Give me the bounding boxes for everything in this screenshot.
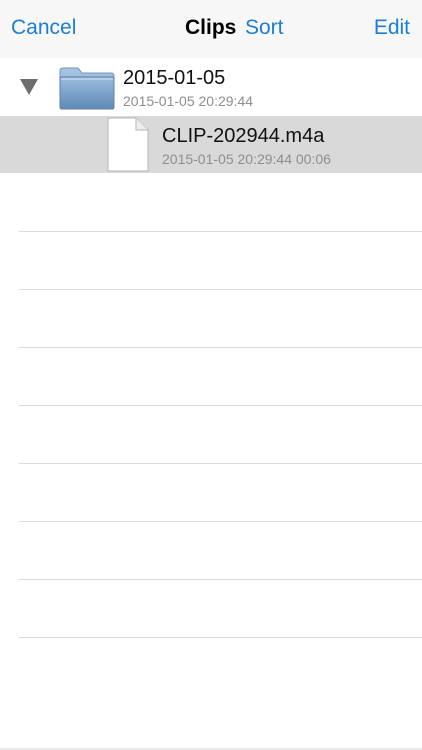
folder-date: 2015-01-05 20:29:44 [123,93,253,109]
document-icon [107,117,149,172]
disclosure-triangle-icon[interactable] [19,78,39,96]
page-title: Clips [185,16,237,39]
cancel-button[interactable]: Cancel [11,15,76,41]
row-separator [19,289,422,290]
navigation-bar: Cancel Clips Sort Edit [0,0,422,58]
folder-row[interactable]: 2015-01-05 2015-01-05 20:29:44 [0,58,422,116]
file-meta: 2015-01-05 20:29:44 00:06 [162,151,331,167]
file-row[interactable]: CLIP-202944.m4a 2015-01-05 20:29:44 00:0… [0,116,422,173]
row-separator [19,637,422,638]
row-separator [19,347,422,348]
clips-list[interactable]: 2015-01-05 2015-01-05 20:29:44 CLIP-2029… [0,58,422,750]
row-separator [19,579,422,580]
row-separator [19,463,422,464]
row-separator [19,405,422,406]
file-name: CLIP-202944.m4a [162,125,325,147]
edit-button[interactable]: Edit [374,15,410,41]
folder-name: 2015-01-05 [123,67,226,89]
folder-icon [59,67,115,110]
sort-button[interactable]: Sort [245,15,284,41]
row-separator [19,231,422,232]
row-separator [19,521,422,522]
